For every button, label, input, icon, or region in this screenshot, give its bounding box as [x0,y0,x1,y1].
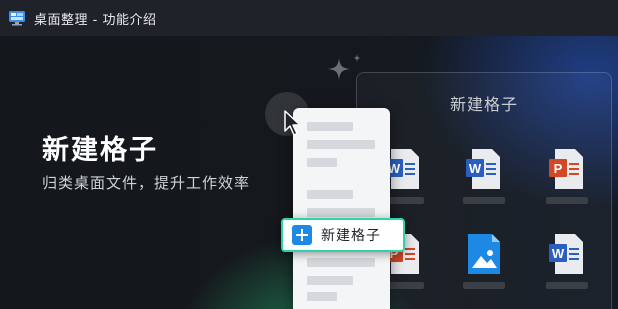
menu-item-placeholder [307,140,375,149]
word-file-icon: W [546,234,588,289]
menu-item-placeholder [307,158,337,167]
plus-icon [292,225,312,245]
sparkle-icon [328,58,350,80]
menu-item-placeholder [307,122,353,131]
feature-intro-hero: 新建格子 归类桌面文件，提升工作效率 新建格子 W W P P W 新建格子 [0,36,618,309]
grid-title: 新建格子 [449,95,518,114]
menu-item-placeholder [307,276,353,285]
grid-preview-panel: 新建格子 W W P P W [356,72,612,309]
file-name-placeholder [463,197,505,204]
image-file-icon [463,234,505,289]
word-file-icon: W [463,149,505,204]
file-name-placeholder [463,282,505,289]
menu-item-placeholder [307,208,375,217]
menu-item-placeholder [307,190,353,199]
new-grid-label: 新建格子 [321,228,381,244]
desktop-monitor-icon [9,11,25,26]
powerpoint-file-icon: P [546,149,588,204]
title-bar: 桌面整理 - 功能介绍 [0,0,618,36]
window-title: 桌面整理 - 功能介绍 [34,12,157,28]
new-grid-menu-item[interactable]: 新建格子 [281,218,405,252]
feature-heading: 新建格子 [42,135,158,166]
feature-subheading: 归类桌面文件，提升工作效率 [42,174,251,192]
file-name-placeholder [546,282,588,289]
file-letter: W [469,161,482,176]
word-file-icon: W [382,149,424,204]
context-menu [293,108,390,309]
mouse-pointer-icon [284,110,301,136]
menu-item-placeholder [307,258,375,267]
sparkle-icon [353,54,361,62]
file-name-placeholder [546,197,588,204]
file-letter: P [554,161,563,176]
file-letter: W [552,246,565,261]
menu-item-placeholder [307,292,337,301]
